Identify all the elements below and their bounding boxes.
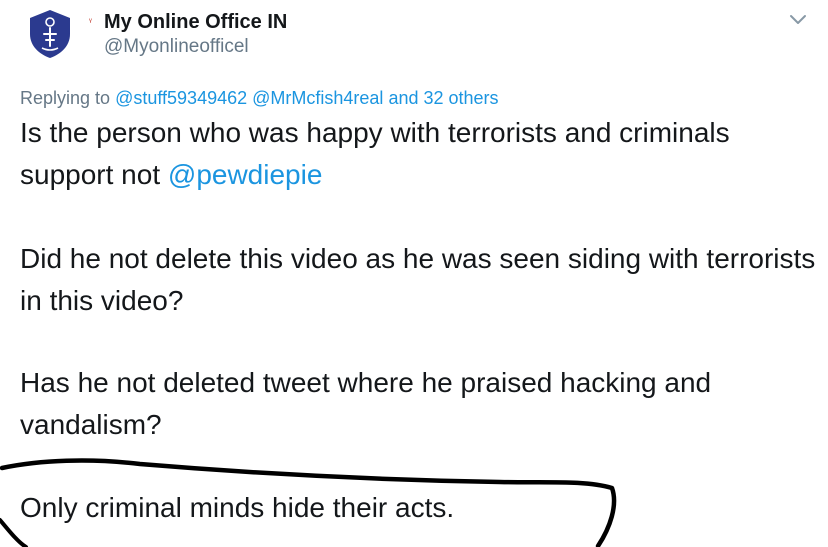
reply-mention-link[interactable]: @stuff59349462 <box>115 88 247 108</box>
replying-prefix: Replying to <box>20 88 111 108</box>
tweet-paragraph: Did he not delete this video as he was s… <box>20 243 816 316</box>
tweet-card: ᵞ My Online Office IN @Myonlineofficel R… <box>0 0 828 547</box>
chevron-down-icon <box>790 15 806 24</box>
verified-mark-icon: ᵞ <box>89 16 92 26</box>
author-display-name[interactable]: My Online Office IN <box>104 10 287 34</box>
mention-link[interactable]: @pewdiepie <box>168 159 323 190</box>
paragraph-text: Is the person who was happy with terrori… <box>20 117 730 190</box>
tweet-paragraph: Is the person who was happy with terrori… <box>20 112 820 196</box>
tweet-menu-button[interactable] <box>786 8 810 32</box>
reply-mention-link[interactable]: @MrMcfish4real <box>252 88 383 108</box>
author-handle[interactable]: @Myonlineofficel <box>104 35 249 59</box>
tweet-paragraph: Only criminal minds hide their acts. <box>20 492 455 523</box>
replying-to-line: Replying to @stuff59349462 @MrMcfish4rea… <box>20 86 499 110</box>
shield-logo-icon <box>30 10 70 58</box>
tweet-paragraph: Has he not deleted tweet where he praise… <box>20 367 712 440</box>
reply-others-link[interactable]: and 32 others <box>388 88 498 108</box>
avatar[interactable] <box>22 6 78 62</box>
